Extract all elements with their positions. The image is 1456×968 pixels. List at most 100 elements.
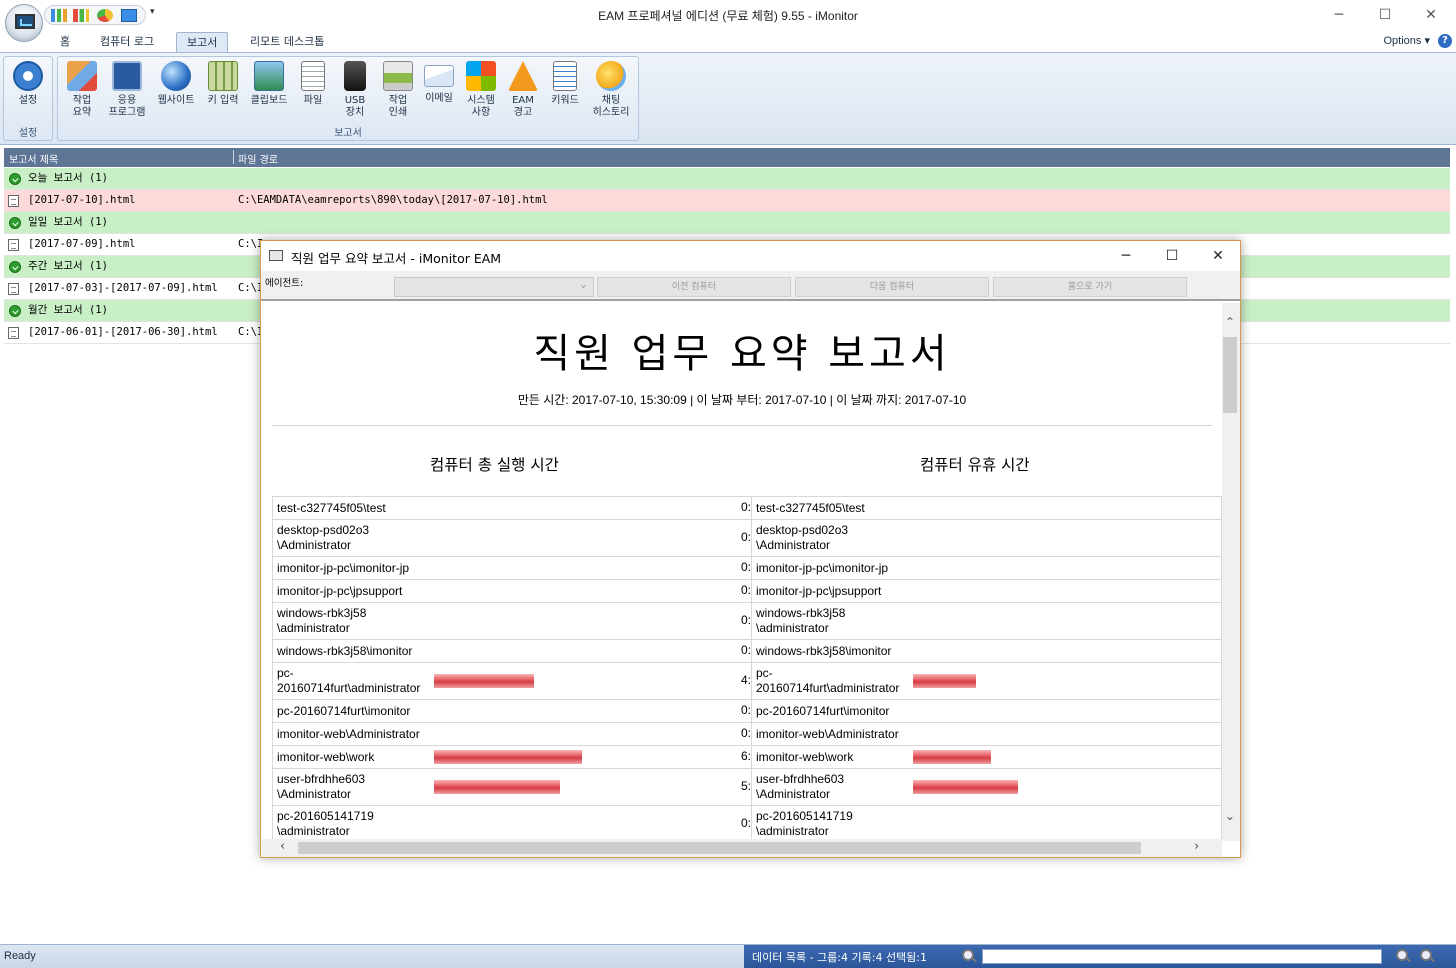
dialog-title-bar: 직원 업무 요약 보고서 - iMonitor EAM ─ ☐ ✕ xyxy=(261,241,1240,271)
total-time-value: 0: xyxy=(740,560,751,574)
settings-button[interactable]: 설정 xyxy=(6,59,50,125)
collapse-icon[interactable] xyxy=(9,217,21,229)
prev-computer-button[interactable]: 이전 컴퓨터 xyxy=(597,277,791,297)
maximize-button[interactable]: ☐ xyxy=(1362,0,1408,30)
collapse-icon[interactable] xyxy=(9,305,21,317)
horizontal-scrollbar[interactable]: ‹ › xyxy=(262,839,1222,857)
computer-name: test-c327745f05\test xyxy=(272,496,430,520)
scroll-thumb[interactable] xyxy=(1223,337,1237,413)
idle-computer-name: pc-201605141719 \administrator xyxy=(751,805,909,841)
search-icon[interactable] xyxy=(962,949,974,961)
windows-logo-icon xyxy=(466,61,496,91)
dialog-close-button[interactable]: ✕ xyxy=(1195,241,1241,271)
close-button[interactable]: ✕ xyxy=(1408,0,1454,30)
list-item[interactable]: [2017-07-10].html C:\EAMDATA\eamreports\8… xyxy=(4,190,1450,212)
report-row: desktop-psd02o3 \Administrator 0: desktop-… xyxy=(272,519,1222,557)
idle-time-cell xyxy=(908,805,1222,841)
file-icon xyxy=(8,239,19,251)
work-summary-button[interactable]: 작업 요약 xyxy=(62,59,102,125)
total-time-value: 0: xyxy=(740,500,751,514)
print-jobs-button[interactable]: 작업 인쇄 xyxy=(378,59,418,125)
computer-name: windows-rbk3j58 \administrator xyxy=(272,602,430,640)
total-time-cell: 6: xyxy=(429,745,752,769)
collapse-icon[interactable] xyxy=(9,261,21,273)
column-header-path[interactable]: 파일 경로 xyxy=(238,151,278,166)
help-icon[interactable]: ? xyxy=(1438,34,1452,48)
hscroll-thumb[interactable] xyxy=(298,842,1141,854)
agent-label: 에이전트: xyxy=(265,278,304,289)
total-time-bar xyxy=(433,750,582,764)
idle-time-cell xyxy=(908,699,1222,723)
file-icon xyxy=(8,327,19,339)
idle-computer-name: windows-rbk3j58 \administrator xyxy=(751,602,909,640)
eam-alerts-button[interactable]: EAM 경고 xyxy=(504,59,542,125)
app-menu-button[interactable] xyxy=(5,4,43,42)
document-icon xyxy=(301,61,325,91)
total-time-cell: 0: xyxy=(429,699,752,723)
usb-devices-button[interactable]: USB 장치 xyxy=(335,59,375,125)
idle-computer-name: test-c327745f05\test xyxy=(751,496,909,520)
idle-time-cell xyxy=(908,579,1222,603)
tab-remote-desktop[interactable]: 리모트 데스크톱 xyxy=(240,32,334,52)
computer-name: imonitor-web\Administrator xyxy=(272,722,430,746)
scroll-down-icon[interactable]: ⌄ xyxy=(1225,809,1235,823)
websites-button[interactable]: 웹사이트 xyxy=(152,59,200,125)
scroll-right-icon[interactable]: › xyxy=(1194,839,1199,854)
globe-icon xyxy=(161,61,191,91)
report-row: imonitor-jp-pc\imonitor-jp 0: imonitor-jp-… xyxy=(272,556,1222,580)
next-computer-button[interactable]: 다음 컴퓨터 xyxy=(795,277,989,297)
status-search-input[interactable] xyxy=(982,949,1382,964)
dialog-minimize-button[interactable]: ─ xyxy=(1103,241,1149,271)
list-group-row[interactable]: 오늘 보고서 (1) xyxy=(4,168,1450,190)
total-time-cell: 0: xyxy=(429,602,752,640)
dialog-maximize-button[interactable]: ☐ xyxy=(1149,241,1195,271)
scroll-up-icon[interactable]: ⌃ xyxy=(1225,315,1235,329)
report-row: user-bfrdhhe603 \Administrator 5: user-bfr… xyxy=(272,768,1222,806)
options-menu[interactable]: Options ▾ xyxy=(1384,34,1431,47)
list-group-row[interactable]: 일일 보고서 (1) xyxy=(4,212,1450,234)
report-subtitle: 만든 시간: 2017-07-10, 15:30:09 | 이 날짜 부터: 2… xyxy=(517,393,967,407)
status-bar: Ready 데이터 목록 - 그룹:4 기록:4 선택됨:1 xyxy=(0,944,1456,968)
warning-icon xyxy=(508,61,538,91)
window-title: EAM 프로페셔널 에디션 (무료 체험) 9.55 - iMonitor xyxy=(598,9,858,23)
total-time-cell: 4: xyxy=(429,662,752,700)
column-header-title[interactable]: 보고서 제목 xyxy=(9,151,58,166)
idle-time-cell xyxy=(908,745,1222,769)
chat-history-button[interactable]: 채팅 히스토리 xyxy=(587,59,635,125)
report-row: pc-201605141719 \administrator 0: pc-20160… xyxy=(272,805,1222,841)
computer-name: desktop-psd02o3 \Administrator xyxy=(272,519,430,557)
collapse-icon[interactable] xyxy=(9,173,21,185)
vertical-scrollbar[interactable]: ⌃ ⌄ xyxy=(1222,303,1240,841)
files-button[interactable]: 파일 xyxy=(294,59,332,125)
idle-computer-name: desktop-psd02o3 \Administrator xyxy=(751,519,909,557)
ribbon: 설정 설정 작업 요약 응용 프로그램 웹사이트 키 입력 클립보드 파일 US… xyxy=(0,52,1456,145)
clipboard-icon xyxy=(254,61,284,91)
divider xyxy=(272,425,1212,426)
column-heading-idle: 컴퓨터 유휴 시간 xyxy=(920,456,1030,474)
app-logo-icon xyxy=(15,14,35,29)
scroll-left-icon[interactable]: ‹ xyxy=(280,839,285,854)
minimize-button[interactable]: ─ xyxy=(1316,0,1362,30)
tab-home[interactable]: 홈 xyxy=(50,32,80,52)
idle-time-cell xyxy=(908,768,1222,806)
idle-time-cell xyxy=(908,602,1222,640)
tab-computer-log[interactable]: 컴퓨터 로그 xyxy=(90,32,164,52)
ribbon-group-reports: 작업 요약 응용 프로그램 웹사이트 키 입력 클립보드 파일 USB 장치 작… xyxy=(57,56,639,141)
go-home-button[interactable]: 홈으로 가기 xyxy=(993,277,1187,297)
applications-button[interactable]: 응용 프로그램 xyxy=(104,59,150,125)
zoom-in-icon[interactable] xyxy=(1396,949,1408,961)
zoom-out-icon[interactable] xyxy=(1420,949,1432,961)
system-info-button[interactable]: 시스템 사항 xyxy=(460,59,502,125)
clipboard-button[interactable]: 클립보드 xyxy=(246,59,292,125)
idle-time-bar xyxy=(912,750,991,764)
computer-name: user-bfrdhhe603 \Administrator xyxy=(272,768,430,806)
keystrokes-button[interactable]: 키 입력 xyxy=(201,59,245,125)
column-heading-total: 컴퓨터 총 실행 시간 xyxy=(430,456,559,474)
agent-select[interactable] xyxy=(394,277,594,297)
total-time-value: 5: xyxy=(740,779,751,793)
tab-reports[interactable]: 보고서 xyxy=(176,32,229,52)
keywords-button[interactable]: 키워드 xyxy=(545,59,585,125)
computer-name: windows-rbk3j58\imonitor xyxy=(272,639,430,663)
email-button[interactable]: 이메일 xyxy=(419,59,459,125)
computer-name: pc-20160714furt\imonitor xyxy=(272,699,430,723)
